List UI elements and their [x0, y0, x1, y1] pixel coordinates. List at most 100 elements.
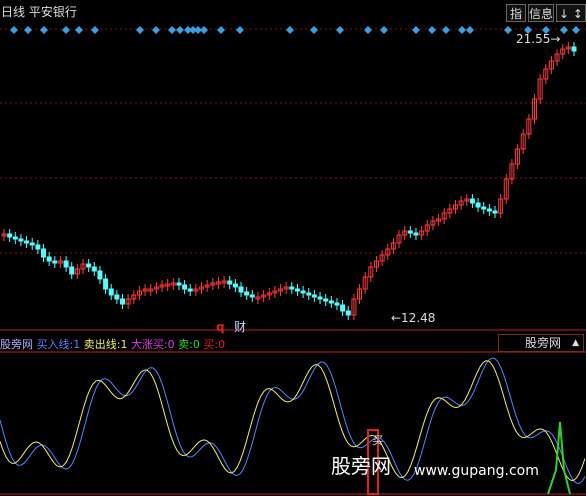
candle-body: [46, 256, 52, 262]
big-rise-value: 0: [167, 338, 175, 351]
candlestick-chart[interactable]: [0, 0, 586, 496]
indicator-name: 股旁网: [0, 338, 33, 351]
signal-diamond: [152, 26, 160, 34]
candle-body: [97, 270, 103, 280]
signal-diamond: [91, 26, 99, 34]
signal-diamond: [136, 26, 144, 34]
candle-body: [41, 248, 47, 258]
signal-diamond: [560, 26, 568, 34]
buy-signal-text: 买: [372, 434, 383, 447]
candle-body: [35, 244, 41, 250]
candles: [1, 42, 577, 320]
signal-diamond: [442, 26, 450, 34]
signal-diamond: [40, 26, 48, 34]
signal-diamond: [236, 26, 244, 34]
sell-signal-spike: [547, 421, 571, 495]
candle-body: [249, 294, 255, 298]
candle-body: [86, 263, 92, 268]
candle-body: [323, 298, 329, 302]
q-marker[interactable]: q: [216, 320, 225, 334]
candle-body: [24, 240, 30, 244]
candle-body: [18, 238, 24, 242]
indicator-legend: 股旁网 买入线:1 卖出线:1 大涨买:0 卖:0 买:0: [0, 338, 225, 352]
candle-body: [12, 236, 18, 240]
candle-body: [114, 294, 120, 300]
candle-body: [481, 206, 487, 210]
candle-body: [52, 260, 58, 264]
signal-diamond: [75, 26, 83, 34]
sell-label: 卖:: [178, 338, 193, 351]
candle-body: [176, 282, 182, 286]
candle-body: [340, 304, 346, 312]
signal-diamond: [466, 26, 474, 34]
big-rise-label: 大涨买:: [130, 338, 168, 351]
candle-body: [182, 284, 188, 290]
watermark-brand: 股旁网: [331, 454, 391, 478]
candle-body: [571, 46, 577, 52]
candle-body: [244, 291, 250, 296]
candle-body: [328, 300, 334, 304]
info-button[interactable]: 信息: [528, 4, 554, 22]
low-price-label: ←12.48: [391, 311, 436, 325]
candle-body: [407, 230, 413, 234]
candle-body: [469, 198, 475, 204]
price-grid: [0, 28, 586, 495]
index-button[interactable]: 指: [506, 4, 526, 22]
candle-body: [289, 286, 295, 290]
candle-body: [238, 286, 244, 293]
candle-body: [317, 296, 323, 300]
signal-diamond: [458, 26, 466, 34]
indicator-dropdown[interactable]: 股旁网 ▲: [498, 334, 584, 352]
signal-diamond: [176, 26, 184, 34]
sell-line-label: 卖出线:: [83, 338, 121, 351]
signal-diamond: [10, 26, 18, 34]
candle-body: [91, 266, 97, 272]
signal-diamond: [572, 26, 580, 34]
signal-diamond: [24, 26, 32, 34]
signal-diamond: [200, 26, 208, 34]
candle-body: [475, 202, 481, 208]
candle-body: [486, 208, 492, 212]
buy-line-value: 1: [73, 338, 81, 351]
candle-body: [103, 278, 109, 290]
candle-body: [120, 298, 126, 305]
signal-diamond: [364, 26, 372, 34]
signal-diamond: [168, 26, 176, 34]
candle-body: [492, 210, 498, 214]
arrows-button[interactable]: ↓ ↕: [556, 4, 586, 22]
candle-body: [227, 280, 233, 285]
candle-body: [334, 302, 340, 306]
signal-diamond: [336, 26, 344, 34]
indicator-dropdown-value: 股旁网: [525, 336, 562, 350]
candle-body: [187, 288, 193, 292]
signal-diamond: [428, 26, 436, 34]
candle-body: [232, 283, 238, 288]
candle-body: [108, 288, 114, 296]
window-title: 日线 平安银行: [1, 5, 77, 19]
candle-body: [69, 266, 75, 275]
candle-body: [311, 294, 317, 298]
signal-diamond: [310, 26, 318, 34]
chevron-up-icon: ▲: [572, 338, 579, 348]
signal-diamonds: [10, 26, 580, 34]
candle-body: [63, 260, 69, 268]
finance-marker[interactable]: 财: [234, 320, 246, 334]
candle-body: [306, 292, 312, 296]
watermark-url: www.gupang.com: [414, 463, 539, 479]
signal-diamond: [504, 26, 512, 34]
buy-value: 0: [218, 338, 226, 351]
signal-diamond: [62, 26, 70, 34]
sell-value: 0: [192, 338, 200, 351]
candle-body: [294, 288, 300, 292]
candle-body: [29, 242, 35, 246]
signal-diamond: [412, 26, 420, 34]
buy-label: 买:: [203, 338, 219, 351]
candle-body: [345, 310, 351, 316]
signal-diamond: [217, 26, 225, 34]
signal-diamond: [286, 26, 294, 34]
candle-body: [300, 290, 306, 294]
candle-body: [413, 232, 419, 236]
buy-line-label: 买入线:: [36, 338, 74, 351]
high-price-label: 21.55→: [516, 32, 561, 46]
candle-body: [7, 233, 13, 238]
